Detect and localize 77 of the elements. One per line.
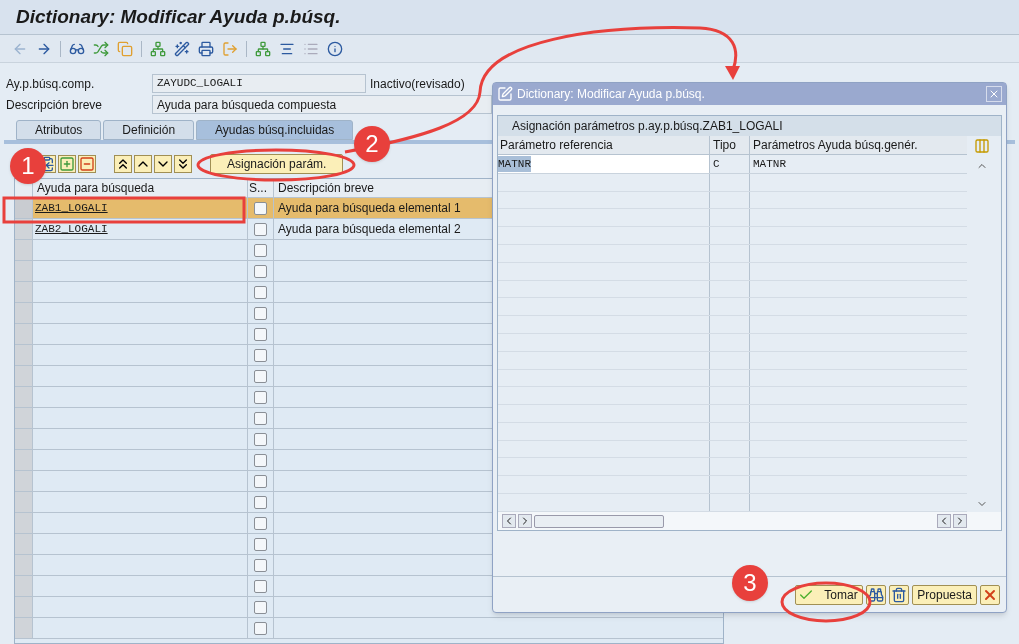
proposal-button[interactable]: Propuesta xyxy=(912,584,977,605)
delete-button[interactable] xyxy=(889,584,910,605)
row-selector[interactable] xyxy=(15,198,33,218)
table-cell-text: MATNR xyxy=(752,156,787,172)
checkbox[interactable] xyxy=(254,327,267,341)
checkbox[interactable] xyxy=(254,621,267,635)
parameter-assignment-button[interactable]: Asignación parám. xyxy=(210,154,344,174)
checkbox[interactable] xyxy=(254,516,267,530)
input-field[interactable]: ZAYUDC_LOGALI xyxy=(152,74,366,93)
table-cell-text: Ayuda para búsqueda elemental 1 xyxy=(277,200,462,217)
checkbox[interactable] xyxy=(254,390,267,404)
trash-icon xyxy=(891,586,908,603)
checkbox[interactable] xyxy=(254,348,267,362)
input-field[interactable]: MATNR xyxy=(498,155,531,173)
tab[interactable]: Atributos xyxy=(16,120,102,140)
checkbox[interactable] xyxy=(254,432,267,446)
close-button[interactable] xyxy=(986,86,1002,102)
last-icon[interactable] xyxy=(174,155,192,173)
checkbox[interactable] xyxy=(254,411,267,425)
table-cell: C xyxy=(710,155,750,173)
checkbox[interactable] xyxy=(254,264,267,278)
step-number-badge: 1 xyxy=(10,148,46,184)
binoculars-icon xyxy=(868,586,885,603)
column-header: Descripción breve xyxy=(277,180,376,197)
checkbox[interactable] xyxy=(254,474,267,488)
delete-row-icon[interactable] xyxy=(78,155,96,173)
window-title: Dictionary: Modificar Ayuda p.búsq. xyxy=(16,4,341,29)
column-header: Parámetros Ayuda búsq.genér. xyxy=(752,137,919,154)
swap-icon[interactable] xyxy=(93,40,109,57)
dialog-icon xyxy=(497,86,513,102)
section-title: Asignación parámetros p.ay.p.búsq.ZAB1_LOGALI xyxy=(498,116,1001,136)
column-header: Parámetro referencia xyxy=(498,136,710,154)
table-cell-text: Ayuda para búsqueda elemental 2 xyxy=(277,221,462,238)
status-text: Inactivo(revisado) xyxy=(370,75,465,93)
checkbox[interactable] xyxy=(254,579,267,593)
column-header: Tipo xyxy=(710,136,750,154)
scroll-right-icon[interactable] xyxy=(518,514,532,528)
checkbox[interactable] xyxy=(254,600,267,614)
checkbox[interactable] xyxy=(254,243,267,257)
scroll-left-icon[interactable] xyxy=(937,514,951,528)
column-settings-icon[interactable] xyxy=(974,138,990,154)
tab[interactable]: Definición xyxy=(103,120,195,140)
scroll-left-icon[interactable] xyxy=(502,514,516,528)
checkbox[interactable] xyxy=(254,201,267,215)
scroll-right-icon[interactable] xyxy=(953,514,967,528)
checkbox[interactable] xyxy=(254,453,267,467)
down-icon[interactable] xyxy=(154,155,172,173)
checkbox[interactable] xyxy=(254,285,267,299)
dialog-title: Dictionary: Modificar Ayuda p.búsq. xyxy=(517,86,706,103)
info-icon[interactable] xyxy=(327,40,343,57)
close-icon xyxy=(988,88,1000,100)
checkbox[interactable] xyxy=(254,306,267,320)
tab[interactable]: Ayudas búsq.incluidas xyxy=(196,120,354,140)
scrollbar-thumb[interactable] xyxy=(534,514,664,528)
field-label: Descripción breve xyxy=(6,96,104,114)
checkbox[interactable] xyxy=(254,558,267,572)
search-help-link[interactable]: ZAB1_LOGALI xyxy=(35,199,108,217)
copy-icon[interactable] xyxy=(117,40,133,57)
first-icon[interactable] xyxy=(114,155,132,173)
printer-icon[interactable] xyxy=(198,40,214,57)
checkbox[interactable] xyxy=(254,222,267,236)
search-help-link[interactable]: ZAB2_LOGALI xyxy=(35,220,108,238)
checkbox[interactable] xyxy=(254,495,267,509)
field-label: Ay.p.búsq.comp. xyxy=(6,75,96,93)
org-chart-icon[interactable] xyxy=(255,40,271,57)
up-icon[interactable] xyxy=(134,155,152,173)
hierarchy-icon[interactable] xyxy=(150,40,166,57)
cancel-button[interactable] xyxy=(980,584,1000,605)
input-field[interactable]: Ayuda para búsqueda compuesta xyxy=(152,95,492,114)
magic-wand-icon[interactable] xyxy=(174,40,190,57)
column-header: S... xyxy=(248,179,274,197)
find-button[interactable] xyxy=(866,584,887,605)
step-number-badge: 2 xyxy=(354,126,390,162)
export-icon[interactable] xyxy=(222,40,238,57)
checkbox[interactable] xyxy=(254,369,267,383)
checkbox[interactable] xyxy=(254,537,267,551)
insert-row-icon[interactable] xyxy=(58,155,76,173)
